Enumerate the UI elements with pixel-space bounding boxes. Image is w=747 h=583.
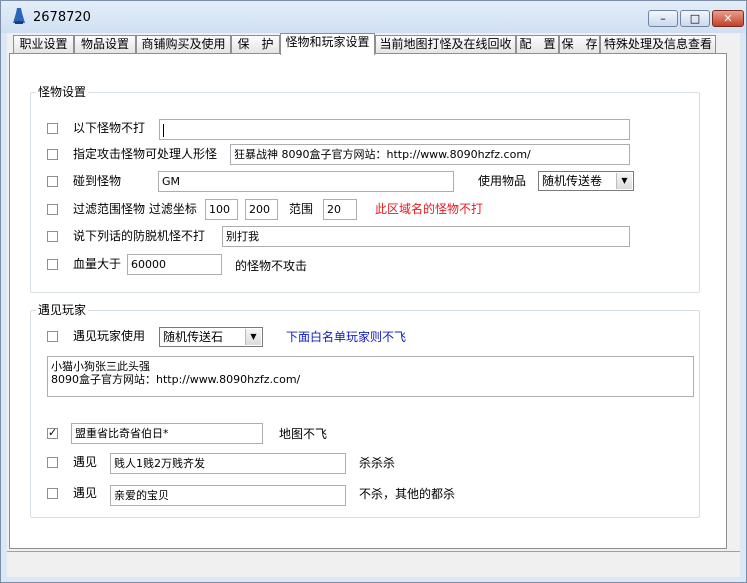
player-group-title: 遇见玩家	[36, 303, 89, 317]
antibot-label: 说下列话的防脱机怪不打	[73, 229, 206, 243]
filter-range-checkbox[interactable]	[47, 204, 58, 215]
range-label: 范围	[289, 202, 314, 216]
tab-monster-player[interactable]: 怪物和玩家设置	[280, 33, 375, 55]
meet1-input[interactable]: 贱人1贱2万贱齐发	[110, 453, 346, 474]
use-item-select[interactable]: 随机传送卷 ▼	[538, 171, 634, 191]
hp-threshold-suffix: 的怪物不攻击	[235, 259, 308, 273]
status-bar	[7, 551, 740, 577]
meet-player-label: 遇见玩家使用	[73, 329, 146, 343]
meet-monster-input[interactable]: GM	[158, 171, 454, 192]
filter-y-input[interactable]: 200	[245, 199, 278, 220]
title-bar: 2678720 – □ ✕	[1, 1, 746, 33]
meet2-input[interactable]: 亲爱的宝贝	[110, 485, 346, 506]
app-icon	[13, 8, 25, 24]
whitelist-line: 8090盒子官方网站：http://www.8090hzfz.com/	[51, 373, 301, 386]
client-area: 职业设置 物品设置 商铺购买及使用 保 护 怪物和玩家设置 当前地图打怪及在线回…	[7, 33, 740, 577]
meet-player-checkbox[interactable]	[47, 331, 58, 342]
attack-player-input[interactable]: 狂暴战神 8090盒子官方网站：http://www.8090hzfz.com/	[230, 144, 630, 165]
filter-warning-text: 此区域名的怪物不打	[375, 202, 484, 216]
meet-monster-label: 碰到怪物	[73, 174, 122, 188]
text-caret	[163, 123, 164, 137]
antibot-input[interactable]: 别打我	[222, 226, 630, 247]
tab-protect[interactable]: 保 护	[231, 35, 280, 54]
no-attack-label: 以下怪物不打	[73, 121, 146, 135]
tab-special[interactable]: 特殊处理及信息查看	[600, 35, 716, 54]
filter-range-label: 过滤范围怪物 过滤坐标	[73, 202, 197, 216]
alliance-checkbox[interactable]	[47, 426, 58, 439]
meet1-note: 杀杀杀	[359, 456, 396, 470]
chevron-down-icon: ▼	[616, 173, 632, 189]
monster-settings-group: 怪物设置 以下怪物不打 指定攻击怪物可处理人形怪 狂暴战神 8090盒子官方网站…	[30, 85, 700, 293]
meet2-checkbox[interactable]	[47, 488, 58, 499]
minimize-button[interactable]: –	[648, 10, 678, 27]
no-attack-input[interactable]	[159, 119, 630, 140]
filter-x-input[interactable]: 100	[205, 199, 238, 220]
tab-current-map[interactable]: 当前地图打怪及在线回收	[375, 35, 516, 54]
minimize-icon: –	[660, 12, 666, 25]
tab-save[interactable]: 保 存	[559, 35, 600, 54]
maximize-button[interactable]: □	[680, 10, 710, 27]
meet2-label: 遇见	[73, 486, 98, 500]
hp-threshold-input[interactable]: 60000	[127, 254, 222, 275]
no-attack-checkbox[interactable]	[47, 123, 58, 134]
meet2-note: 不杀，其他的都杀	[359, 487, 456, 501]
attack-player-label: 指定攻击怪物可处理人形怪	[73, 147, 218, 161]
attack-player-checkbox[interactable]	[47, 149, 58, 160]
range-input[interactable]: 20	[323, 199, 357, 220]
tab-page-monster-player: 怪物设置 以下怪物不打 指定攻击怪物可处理人形怪 狂暴战神 8090盒子官方网站…	[9, 53, 727, 549]
hp-threshold-checkbox[interactable]	[47, 259, 58, 270]
whitelist-line: 小猫小狗张三此头强	[51, 360, 150, 373]
maximize-icon: □	[689, 12, 701, 25]
alliance-note: 地图不飞	[279, 427, 328, 441]
meet-player-group: 遇见玩家 遇见玩家使用 随机传送石 ▼ 下面白名单玩家则不飞 小猫小狗张三此头强…	[30, 303, 700, 518]
tab-items[interactable]: 物品设置	[74, 35, 136, 54]
main-window: 2678720 – □ ✕ 职业设置 物品设置 商铺购买及使用 保 护 怪物和玩…	[0, 0, 747, 583]
antibot-checkbox[interactable]	[47, 231, 58, 242]
tab-shop[interactable]: 商铺购买及使用	[136, 35, 231, 54]
tab-job[interactable]: 职业设置	[13, 35, 74, 54]
hp-threshold-label: 血量大于	[73, 257, 122, 271]
use-item-label: 使用物品	[478, 174, 527, 188]
monster-group-title: 怪物设置	[36, 85, 89, 99]
alliance-input[interactable]: 盟重省比奇省伯日*	[71, 423, 263, 444]
whitelist-note: 下面白名单玩家则不飞	[286, 330, 407, 344]
meet1-checkbox[interactable]	[47, 457, 58, 468]
meet-monster-checkbox[interactable]	[47, 176, 58, 187]
whitelist-textarea[interactable]: 小猫小狗张三此头强 8090盒子官方网站：http://www.8090hzfz…	[47, 356, 694, 397]
meet1-label: 遇见	[73, 455, 98, 469]
meet-player-select[interactable]: 随机传送石 ▼	[159, 327, 263, 347]
tab-config[interactable]: 配 置	[516, 35, 559, 54]
close-icon: ✕	[723, 12, 733, 25]
window-title: 2678720	[33, 10, 91, 25]
chevron-down-icon: ▼	[245, 329, 261, 345]
close-button[interactable]: ✕	[712, 10, 744, 27]
